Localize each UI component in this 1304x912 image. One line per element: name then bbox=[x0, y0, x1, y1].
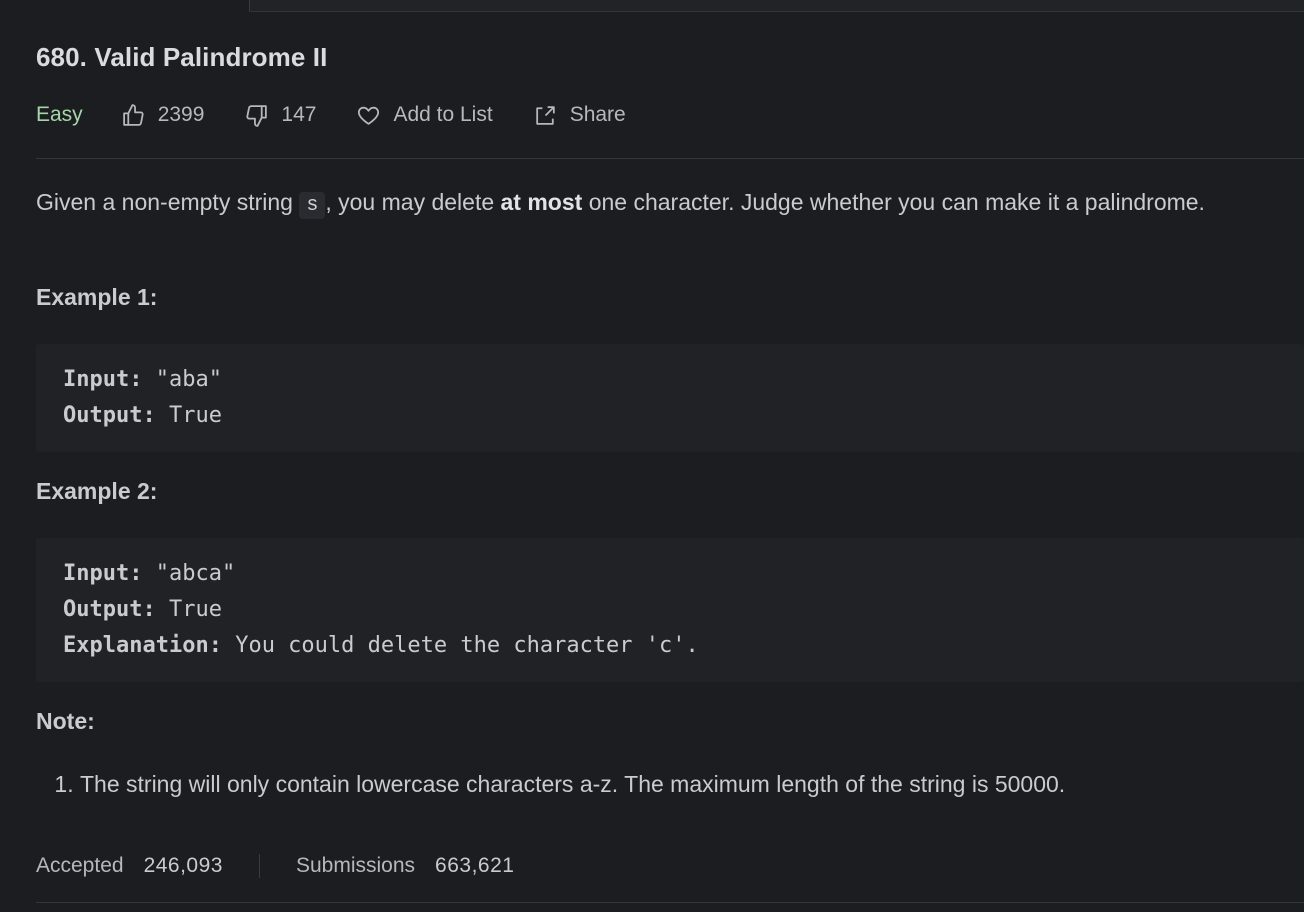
explanation-key: Explanation: bbox=[63, 633, 222, 658]
tab-strip-divider bbox=[251, 11, 1304, 12]
share-label: Share bbox=[569, 103, 626, 126]
example-1-output-line: Output: True bbox=[63, 398, 1304, 434]
heart-icon bbox=[358, 106, 380, 125]
description-text-1: Given a non-empty string bbox=[36, 189, 300, 215]
share-button[interactable]: Share bbox=[533, 103, 626, 128]
thumbs-up-icon bbox=[122, 103, 144, 126]
submissions-value: 663,621 bbox=[435, 854, 515, 877]
accepted-label: Accepted bbox=[36, 854, 124, 877]
note-list: The string will only contain lowercase c… bbox=[80, 766, 1065, 802]
inline-code: s bbox=[299, 192, 326, 219]
problem-description: Given a non-empty string s, you may dele… bbox=[36, 184, 1266, 224]
example-1-input-line: Input: "aba" bbox=[63, 362, 1304, 398]
input-value: "abca" bbox=[142, 561, 236, 586]
like-button[interactable]: 2399 bbox=[121, 103, 205, 128]
example-1-heading: Example 1: bbox=[36, 284, 158, 310]
stats-divider bbox=[36, 902, 1304, 903]
description-text-2: , you may delete bbox=[325, 189, 501, 215]
output-value: True bbox=[155, 597, 222, 622]
description-tab[interactable] bbox=[0, 0, 250, 12]
example-2-input-line: Input: "abca" bbox=[63, 556, 1304, 592]
note-item: The string will only contain lowercase c… bbox=[80, 766, 1065, 802]
problem-title: 680. Valid Palindrome II bbox=[36, 42, 328, 72]
explanation-value: You could delete the character 'c'. bbox=[221, 633, 699, 658]
input-value: "aba" bbox=[142, 367, 222, 392]
submissions-label: Submissions bbox=[295, 854, 416, 877]
accepted-value: 246,093 bbox=[143, 854, 223, 877]
problem-page: 680. Valid Palindrome II Easy 2399 147 A… bbox=[0, 0, 1304, 912]
submission-stats: Accepted 246,093 Submissions 663,621 bbox=[36, 850, 514, 882]
example-2-explanation-line: Explanation: You could delete the charac… bbox=[63, 628, 1304, 664]
stats-separator bbox=[258, 854, 260, 878]
add-to-list-label: Add to List bbox=[393, 103, 493, 126]
example-1-code-block: Input: "aba" Output: True bbox=[36, 344, 1304, 452]
output-key: Output: bbox=[63, 403, 156, 428]
example-2-code-block: Input: "abca" Output: True Explanation: … bbox=[36, 538, 1304, 682]
dislike-button[interactable]: 147 bbox=[244, 103, 316, 128]
like-count: 2399 bbox=[157, 103, 205, 126]
thumbs-down-icon bbox=[246, 104, 268, 127]
tab-strip bbox=[0, 0, 1304, 12]
problem-meta-row: Easy 2399 147 Add to List Share bbox=[36, 100, 666, 130]
output-value: True bbox=[155, 403, 222, 428]
example-2-heading: Example 2: bbox=[36, 478, 158, 504]
add-to-list-button[interactable]: Add to List bbox=[356, 103, 493, 128]
description-bold: at most bbox=[500, 189, 583, 215]
input-key: Input: bbox=[63, 561, 143, 586]
dislike-count: 147 bbox=[281, 103, 317, 126]
example-2-output-line: Output: True bbox=[63, 592, 1304, 628]
description-text-3: one character. Judge whether you can mak… bbox=[582, 189, 1205, 215]
output-key: Output: bbox=[63, 597, 156, 622]
note-heading: Note: bbox=[36, 708, 95, 734]
meta-divider bbox=[36, 158, 1304, 159]
share-icon bbox=[535, 105, 555, 125]
input-key: Input: bbox=[63, 367, 143, 392]
difficulty-badge: Easy bbox=[36, 103, 83, 126]
